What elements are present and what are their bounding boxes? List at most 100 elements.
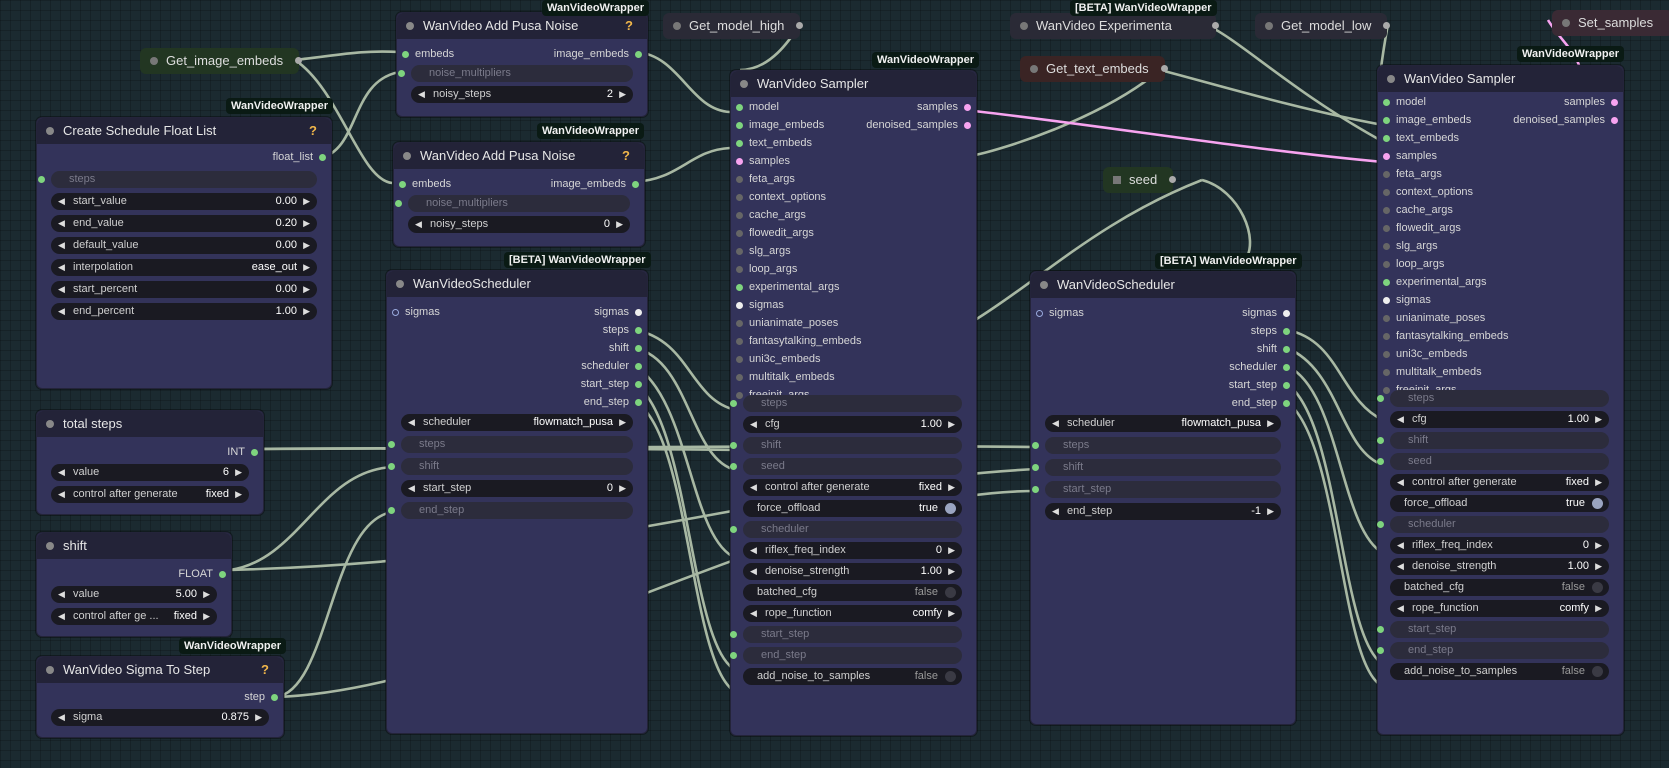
output-pin[interactable] bbox=[635, 363, 642, 370]
input-pin[interactable] bbox=[1383, 171, 1390, 178]
input-pin[interactable] bbox=[736, 392, 743, 399]
node-title[interactable]: WanVideo Sigma To Step? bbox=[37, 657, 283, 683]
decrement-icon[interactable]: ◀ bbox=[1397, 474, 1404, 491]
input-slot[interactable]: context_options bbox=[736, 189, 826, 206]
field-value[interactable]: 0.00 bbox=[276, 281, 297, 298]
output-pin[interactable] bbox=[1212, 22, 1219, 29]
steps-field[interactable]: steps bbox=[38, 171, 317, 188]
end-step-field[interactable]: ◀ end_step -1 ▶ bbox=[1045, 503, 1281, 520]
output-pin[interactable] bbox=[635, 399, 642, 406]
decrement-icon[interactable]: ◀ bbox=[750, 542, 757, 559]
input-slot[interactable]: slg_args bbox=[736, 243, 791, 260]
input-pin[interactable] bbox=[730, 442, 737, 449]
field-value[interactable]: 0 bbox=[936, 542, 942, 559]
increment-icon[interactable]: ▶ bbox=[303, 281, 310, 298]
schedule-widget-field[interactable]: ◀ interpolation ease_out ▶ bbox=[51, 259, 317, 276]
input-pin[interactable] bbox=[736, 302, 743, 309]
input-slot[interactable]: fantasytalking_embeds bbox=[1383, 328, 1509, 345]
pusa-noise-node-2[interactable]: WanVideo Add Pusa Noise? embeds image_em… bbox=[393, 142, 645, 247]
rope-function-select[interactable]: ◀ rope_function comfy ▶ bbox=[743, 605, 962, 622]
increment-icon[interactable]: ▶ bbox=[948, 605, 955, 622]
output-pin[interactable] bbox=[796, 22, 804, 29]
input-pin[interactable] bbox=[1383, 99, 1390, 106]
input-pin[interactable] bbox=[730, 652, 737, 659]
value-field[interactable]: ◀ value 6 ▶ bbox=[51, 464, 249, 481]
noise-multipliers-field[interactable]: noise_multipliers bbox=[398, 65, 633, 82]
output-pin[interactable] bbox=[1283, 328, 1290, 335]
input-pin[interactable] bbox=[736, 338, 743, 345]
schedule-widget-field[interactable]: ◀ default_value 0.00 ▶ bbox=[51, 237, 317, 254]
field-value[interactable]: comfy bbox=[1560, 600, 1589, 617]
collapse-icon[interactable] bbox=[406, 22, 414, 30]
input-pin[interactable] bbox=[730, 400, 737, 407]
field-value[interactable]: fixed bbox=[174, 608, 197, 625]
increment-icon[interactable]: ▶ bbox=[235, 464, 242, 481]
increment-icon[interactable]: ▶ bbox=[1595, 600, 1602, 617]
input-pin[interactable] bbox=[1032, 464, 1039, 471]
pusa-noise-node-1[interactable]: WanVideo Add Pusa Noise? embeds image_em… bbox=[396, 12, 648, 117]
field-value[interactable]: 1.00 bbox=[1568, 411, 1589, 428]
increment-icon[interactable]: ▶ bbox=[1267, 415, 1274, 432]
input-pin[interactable] bbox=[1377, 458, 1384, 465]
decrement-icon[interactable]: ◀ bbox=[58, 259, 65, 276]
batched-cfg-toggle[interactable]: batched_cfg false bbox=[1390, 579, 1609, 596]
input-slot[interactable]: samples bbox=[736, 153, 790, 170]
output-pin[interactable] bbox=[632, 181, 639, 188]
node-title[interactable]: WanVideo Add Pusa Noise? bbox=[394, 143, 644, 169]
input-pin[interactable] bbox=[398, 70, 405, 77]
input-pin[interactable] bbox=[402, 51, 409, 58]
input-pin[interactable] bbox=[736, 284, 743, 291]
output-slot[interactable]: start_step bbox=[1229, 377, 1290, 394]
input-pin[interactable] bbox=[1377, 437, 1384, 444]
collapse-icon[interactable] bbox=[1387, 75, 1395, 83]
increment-icon[interactable]: ▶ bbox=[303, 215, 310, 232]
control-after-generate-field[interactable]: ◀ control after ge ... fixed ▶ bbox=[51, 608, 217, 625]
decrement-icon[interactable]: ◀ bbox=[418, 86, 425, 103]
output-slot[interactable]: sigmas bbox=[594, 304, 642, 321]
toggle-knob-icon[interactable] bbox=[1592, 666, 1603, 677]
input-slot[interactable]: experimental_args bbox=[1383, 274, 1487, 291]
input-sigmas[interactable]: sigmas bbox=[1036, 305, 1084, 322]
output-pin[interactable] bbox=[1283, 382, 1290, 389]
total-steps-node[interactable]: total steps INT ◀ value 6 ▶ ◀ control after … bbox=[36, 410, 264, 515]
input-pin[interactable] bbox=[1383, 369, 1390, 376]
end-step-field[interactable]: end_step bbox=[730, 647, 962, 664]
input-slot[interactable]: cache_args bbox=[736, 207, 806, 224]
decrement-icon[interactable]: ◀ bbox=[58, 215, 65, 232]
input-pin[interactable] bbox=[736, 248, 743, 255]
control-after-generate-field[interactable]: ◀ control after generate fixed ▶ bbox=[1390, 474, 1609, 491]
field-value[interactable]: fixed bbox=[1566, 474, 1589, 491]
decrement-icon[interactable]: ◀ bbox=[58, 486, 65, 503]
input-pin[interactable] bbox=[1383, 261, 1390, 268]
shift-field[interactable]: shift bbox=[1032, 459, 1281, 476]
field-value[interactable]: 0.00 bbox=[276, 237, 297, 254]
input-pin[interactable] bbox=[1383, 153, 1390, 160]
input-slot[interactable]: unianimate_poses bbox=[736, 315, 838, 332]
batched-cfg-toggle[interactable]: batched_cfg false bbox=[743, 584, 962, 601]
output-pin[interactable] bbox=[219, 571, 226, 578]
cfg-field[interactable]: ◀ cfg 1.00 ▶ bbox=[743, 416, 962, 433]
shift-field[interactable]: shift bbox=[388, 458, 633, 475]
toggle-knob-icon[interactable] bbox=[1592, 498, 1603, 509]
input-pin[interactable] bbox=[730, 631, 737, 638]
field-value[interactable]: 1.00 bbox=[1568, 558, 1589, 575]
increment-icon[interactable]: ▶ bbox=[1595, 558, 1602, 575]
start-step-field[interactable]: start_step bbox=[1377, 621, 1609, 638]
input-slot[interactable]: fantasytalking_embeds bbox=[736, 333, 862, 350]
input-embeds[interactable]: embeds bbox=[402, 46, 454, 63]
input-pin[interactable] bbox=[730, 463, 737, 470]
node-title[interactable]: WanVideo Add Pusa Noise? bbox=[397, 13, 647, 39]
input-slot[interactable]: model bbox=[736, 99, 779, 116]
output-image-embeds[interactable]: image_embeds bbox=[551, 176, 639, 193]
noisy-steps-field[interactable]: ◀ noisy_steps 2 ▶ bbox=[411, 86, 633, 103]
field-value[interactable]: 5.00 bbox=[176, 586, 197, 603]
scheduler-field[interactable]: scheduler bbox=[1377, 516, 1609, 533]
output-slot[interactable]: start_step bbox=[581, 376, 642, 393]
add-noise-toggle[interactable]: add_noise_to_samples false bbox=[743, 668, 962, 685]
schedule-widget-field[interactable]: ◀ start_percent 0.00 ▶ bbox=[51, 281, 317, 298]
noisy-steps-field[interactable]: ◀ noisy_steps 0 ▶ bbox=[408, 216, 630, 233]
node-title[interactable]: WanVideo Sampler bbox=[1378, 66, 1623, 92]
input-pin[interactable] bbox=[1377, 626, 1384, 633]
decrement-icon[interactable]: ◀ bbox=[58, 281, 65, 298]
field-value[interactable]: 0 bbox=[1583, 537, 1589, 554]
